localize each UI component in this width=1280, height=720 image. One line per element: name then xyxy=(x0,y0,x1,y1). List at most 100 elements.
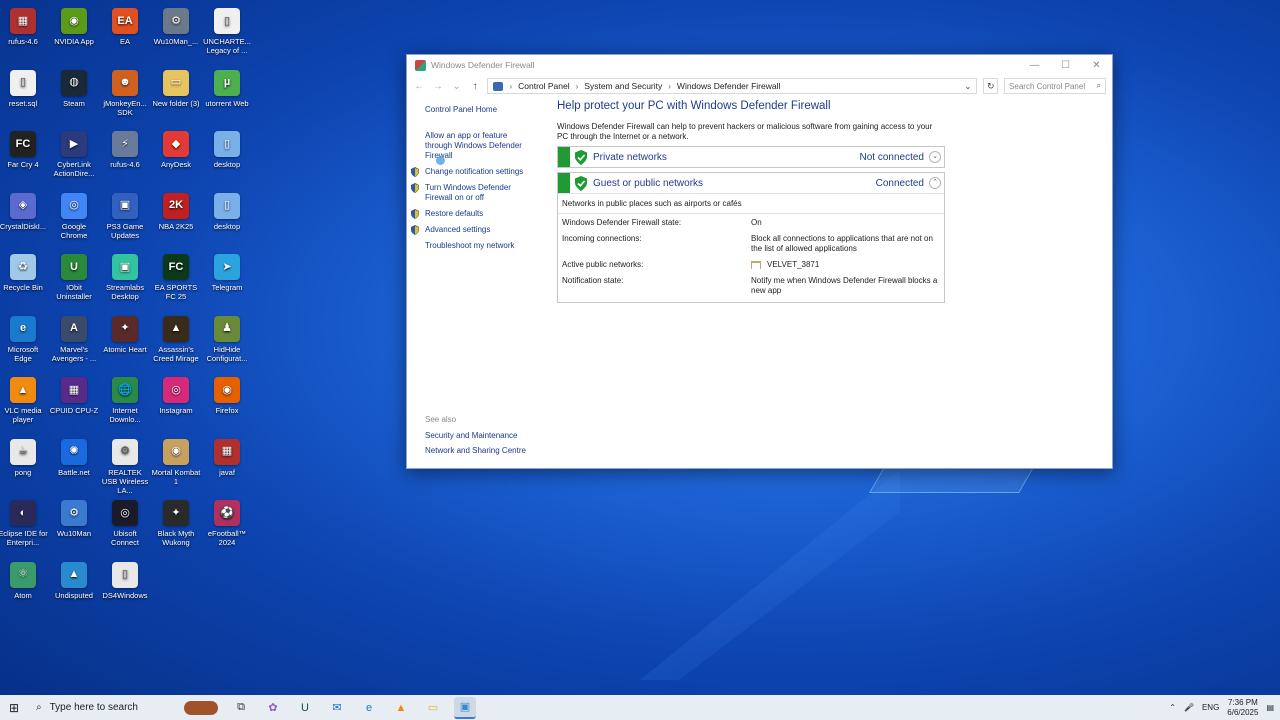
start-button[interactable]: ⊞ xyxy=(0,701,28,715)
desktop-icon[interactable]: ☕ pong xyxy=(0,435,48,477)
main-content: Help protect your PC with Windows Defend… xyxy=(557,100,945,307)
maximize-button[interactable]: ☐ xyxy=(1050,60,1081,71)
desktop-icon[interactable]: ▣ PS3 Game Updates xyxy=(100,189,150,240)
desktop-icon[interactable]: ✺ Battle.net xyxy=(49,435,99,477)
restore-defaults-link[interactable]: Restore defaults xyxy=(411,209,555,219)
desktop-icon[interactable]: ◉ NVIDIA App xyxy=(49,4,99,46)
desktop-icon[interactable]: ▲ Assassin's Creed Mirage xyxy=(151,312,201,363)
desktop-icon[interactable]: EA EA xyxy=(100,4,150,46)
chevron-down-icon[interactable]: ⌄ xyxy=(964,81,971,92)
desktop-app-icon: ▲ xyxy=(61,561,87,588)
taskbar-vlc-icon[interactable]: ▲ xyxy=(390,697,412,719)
desktop-icon[interactable]: 2K NBA 2K25 xyxy=(151,189,201,231)
desktop-icon[interactable]: ◐ Eclipse IDE for Enterpri... xyxy=(0,496,48,547)
private-networks-header[interactable]: Private networks Not connected ⌄ xyxy=(558,147,944,167)
turn-firewall-on-off-link[interactable]: Turn Windows Defender Firewall on or off xyxy=(411,183,555,203)
window-title: Windows Defender Firewall xyxy=(431,60,535,70)
public-networks-header[interactable]: Guest or public networks Connected ⌃ xyxy=(558,173,944,193)
desktop-icon[interactable]: ⚡ rufus-4.6 xyxy=(100,127,150,169)
search-input[interactable]: Search Control Panel ⌕ xyxy=(1004,78,1106,94)
desktop-icon[interactable]: ⚙ Wu10Man xyxy=(49,496,99,538)
breadcrumb-system-security[interactable]: System and Security xyxy=(584,81,662,91)
desktop-icon[interactable]: A Marvel's Avengers - ... xyxy=(49,312,99,363)
desktop-icon[interactable]: ⚽ eFootball™ 2024 xyxy=(202,496,252,547)
desktop-icon[interactable]: ♟ HidHide Configurat... xyxy=(202,312,252,363)
desktop-icon[interactable]: ◎ Google Chrome xyxy=(49,189,99,240)
minimize-button[interactable]: — xyxy=(1019,60,1050,71)
expand-chevron-icon[interactable]: ⌄ xyxy=(929,151,941,163)
taskbar-mail-icon[interactable]: ✉ xyxy=(326,697,348,719)
desktop-app-icon: ▦ xyxy=(61,377,87,403)
desktop-icon[interactable]: ◉ Firefox xyxy=(202,373,252,415)
desktop-icon[interactable]: ▦ rufus-4.6 xyxy=(0,4,48,46)
desktop-icon[interactable]: 🌐 Internet Downlo... xyxy=(100,373,150,424)
public-networks-status: Connected xyxy=(875,177,924,189)
desktop-icon[interactable]: ◎ Instagram xyxy=(151,373,201,415)
breadcrumb-control-panel[interactable]: Control Panel xyxy=(518,81,570,91)
desktop-icon[interactable]: ▭ New folder (3) xyxy=(151,66,201,108)
desktop-icon[interactable]: ▲ VLC media player xyxy=(0,373,48,424)
desktop-icon[interactable]: ▣ Streamlabs Desktop xyxy=(100,250,150,301)
refresh-button[interactable]: ↻ xyxy=(983,78,999,94)
collapse-chevron-icon[interactable]: ⌃ xyxy=(929,177,941,189)
desktop-icon[interactable]: µ utorrent Web xyxy=(202,66,252,108)
desktop-icon[interactable]: ▶ CyberLink ActionDire... xyxy=(49,127,99,178)
desktop-icon[interactable]: ▯ desktop xyxy=(202,127,252,169)
shield-icon xyxy=(411,225,419,235)
taskbar-upwork-icon[interactable]: U xyxy=(294,697,316,719)
desktop-icon[interactable]: ✦ Atomic Heart xyxy=(100,312,150,354)
taskbar-copilot-icon[interactable]: ✿ xyxy=(262,697,284,719)
up-button[interactable]: ↑ xyxy=(469,81,482,92)
desktop-icon[interactable]: ⚛ Atom xyxy=(0,558,48,600)
desktop-icon[interactable]: ☻ jMonkeyEn... SDK xyxy=(100,66,150,117)
taskbar-edge-icon[interactable]: e xyxy=(358,697,380,719)
microphone-icon[interactable]: 🎤 xyxy=(1184,703,1194,712)
desktop-icon[interactable]: ▯ reset.sql xyxy=(0,66,48,108)
desktop-icon[interactable]: ◍ Steam xyxy=(49,66,99,108)
desktop-icon[interactable]: ▲ Undisputed xyxy=(49,558,99,600)
desktop-icon[interactable]: ▯ desktop xyxy=(202,189,252,231)
desktop-icon[interactable]: FC EA SPORTS FC 25 xyxy=(151,250,201,301)
network-sharing-link[interactable]: Network and Sharing Centre xyxy=(425,446,526,455)
taskbar-file-explorer-icon[interactable]: ▭ xyxy=(422,697,444,719)
desktop-icon[interactable]: ◈ CrystalDiskI... xyxy=(0,189,48,231)
taskbar-control-panel-icon[interactable]: ▣ xyxy=(454,696,476,719)
desktop-icon[interactable]: ◆ AnyDesk xyxy=(151,127,201,169)
desktop-icon[interactable]: ✦ Black Myth Wukong xyxy=(151,496,201,547)
desktop-icon[interactable]: ➤ Telegram xyxy=(202,250,252,292)
clock[interactable]: 7:36 PM 6/6/2025 xyxy=(1227,698,1258,718)
language-indicator[interactable]: ENG xyxy=(1202,703,1219,712)
taskbar-task-view-icon[interactable]: ⧉ xyxy=(230,697,252,719)
breadcrumb[interactable]: › Control Panel › System and Security › … xyxy=(487,78,978,94)
desktop-icon[interactable]: ▯ DS4Windows xyxy=(100,558,150,600)
forward-button[interactable]: → xyxy=(432,81,445,92)
taskbar-search-box[interactable]: ⌕ Type here to search xyxy=(28,695,218,720)
desktop-icon[interactable]: ♻ Recycle Bin xyxy=(0,250,48,292)
desktop-icon[interactable]: ▦ javaf xyxy=(202,435,252,477)
tray-overflow-chevron-icon[interactable]: ⌃ xyxy=(1169,703,1176,712)
desktop-app-icon: ▯ xyxy=(10,69,36,96)
advanced-settings-link[interactable]: Advanced settings xyxy=(411,225,555,235)
breadcrumb-firewall[interactable]: Windows Defender Firewall xyxy=(677,81,780,91)
desktop-icon[interactable]: ⚙ REALTEK USB Wireless LA... xyxy=(100,435,150,495)
desktop-icon-label: Mortal Kombat 1 xyxy=(151,467,201,486)
close-button[interactable]: ✕ xyxy=(1081,60,1112,71)
desktop-icon[interactable]: ▯ UNCHARTE... Legacy of ... xyxy=(202,4,252,55)
desktop-icon[interactable]: ◉ Mortal Kombat 1 xyxy=(151,435,201,486)
desktop-icon-label: eFootball™ 2024 xyxy=(207,529,247,547)
title-bar[interactable]: Windows Defender Firewall — ☐ ✕ xyxy=(407,55,1112,75)
control-panel-home-link[interactable]: Control Panel Home xyxy=(425,105,555,115)
notification-icon[interactable]: ▤ xyxy=(1266,703,1274,712)
desktop-icon[interactable]: U IObit Uninstaller xyxy=(49,250,99,301)
search-icon: ⌕ xyxy=(36,702,42,713)
desktop-icon[interactable]: ◎ Ubisoft Connect xyxy=(100,496,150,547)
recent-locations-button[interactable]: ⌄ xyxy=(450,81,463,92)
security-maintenance-link[interactable]: Security and Maintenance xyxy=(425,431,526,440)
troubleshoot-link[interactable]: Troubleshoot my network xyxy=(425,241,555,251)
desktop-icon[interactable]: ⚙ Wu10Man_... xyxy=(151,4,201,46)
change-notification-link[interactable]: Change notification settings xyxy=(411,167,555,177)
desktop-icon[interactable]: FC Far Cry 4 xyxy=(0,127,48,169)
back-button[interactable]: ← xyxy=(413,81,426,92)
desktop-icon[interactable]: ▦ CPUID CPU-Z xyxy=(49,373,99,415)
desktop-icon[interactable]: e Microsoft Edge xyxy=(0,312,48,363)
